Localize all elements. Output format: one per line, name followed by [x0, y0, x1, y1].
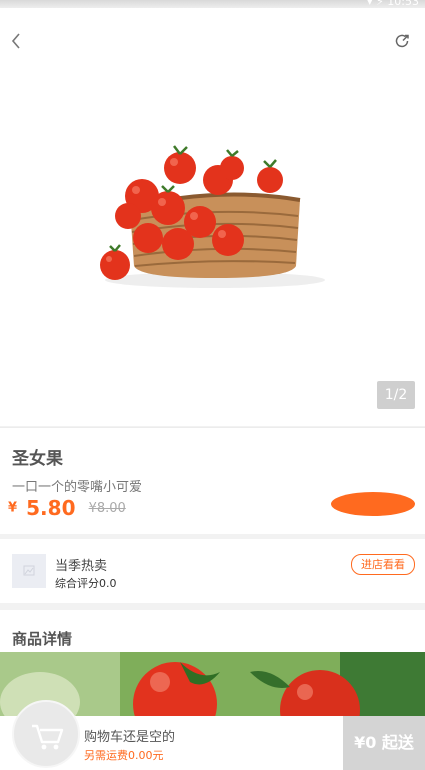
- share-icon: [395, 34, 409, 48]
- product-image-carousel[interactable]: 1/2: [0, 68, 425, 426]
- wifi-icon: ▾: [367, 0, 373, 8]
- min-order-button[interactable]: ¥0 起送: [343, 716, 425, 770]
- image-placeholder-icon: [23, 565, 35, 576]
- visit-shop-button[interactable]: 进店看看: [351, 554, 415, 575]
- back-arrow-icon: [11, 33, 20, 49]
- back-button[interactable]: [6, 30, 28, 52]
- cart-button[interactable]: [12, 700, 80, 768]
- current-price: 5.80: [26, 496, 76, 520]
- tomato-basket-image: [100, 145, 325, 288]
- page-indicator: 1/2: [377, 381, 415, 409]
- top-bar: [0, 8, 425, 68]
- price-row: ¥ 5.80 ¥8.00: [8, 496, 126, 520]
- status-icons: ▾ ⚡ 10:53: [367, 0, 419, 8]
- details-header: 商品详情: [0, 610, 425, 652]
- currency-symbol: ¥: [8, 500, 18, 516]
- shopping-cart-icon: [32, 724, 64, 750]
- original-price: ¥8.00: [88, 500, 126, 516]
- details-title: 商品详情: [12, 630, 73, 648]
- cart-empty-text: 购物车还是空的: [84, 730, 176, 745]
- share-button[interactable]: [393, 32, 411, 50]
- status-time: 10:53: [387, 0, 419, 8]
- shop-rating: 综合评分0.0: [55, 577, 117, 590]
- product-description: 一口一个的零嘴小可爱: [12, 480, 143, 495]
- add-to-cart-button[interactable]: [331, 492, 415, 516]
- shop-name: 当季热卖: [55, 559, 108, 574]
- product-title: 圣女果: [12, 449, 63, 469]
- battery-icon: ⚡: [376, 0, 384, 8]
- status-bar: ▾ ⚡ 10:53: [0, 0, 425, 8]
- delivery-fee: 另需运费0.00元: [84, 749, 164, 762]
- shop-row[interactable]: 当季热卖 综合评分0.0 进店看看: [0, 539, 425, 603]
- cart-bar: 购物车还是空的 另需运费0.00元 ¥0 起送: [0, 700, 425, 770]
- shop-avatar: [12, 554, 46, 588]
- product-info: 圣女果 一口一个的零嘴小可爱 ¥ 5.80 ¥8.00: [0, 427, 425, 534]
